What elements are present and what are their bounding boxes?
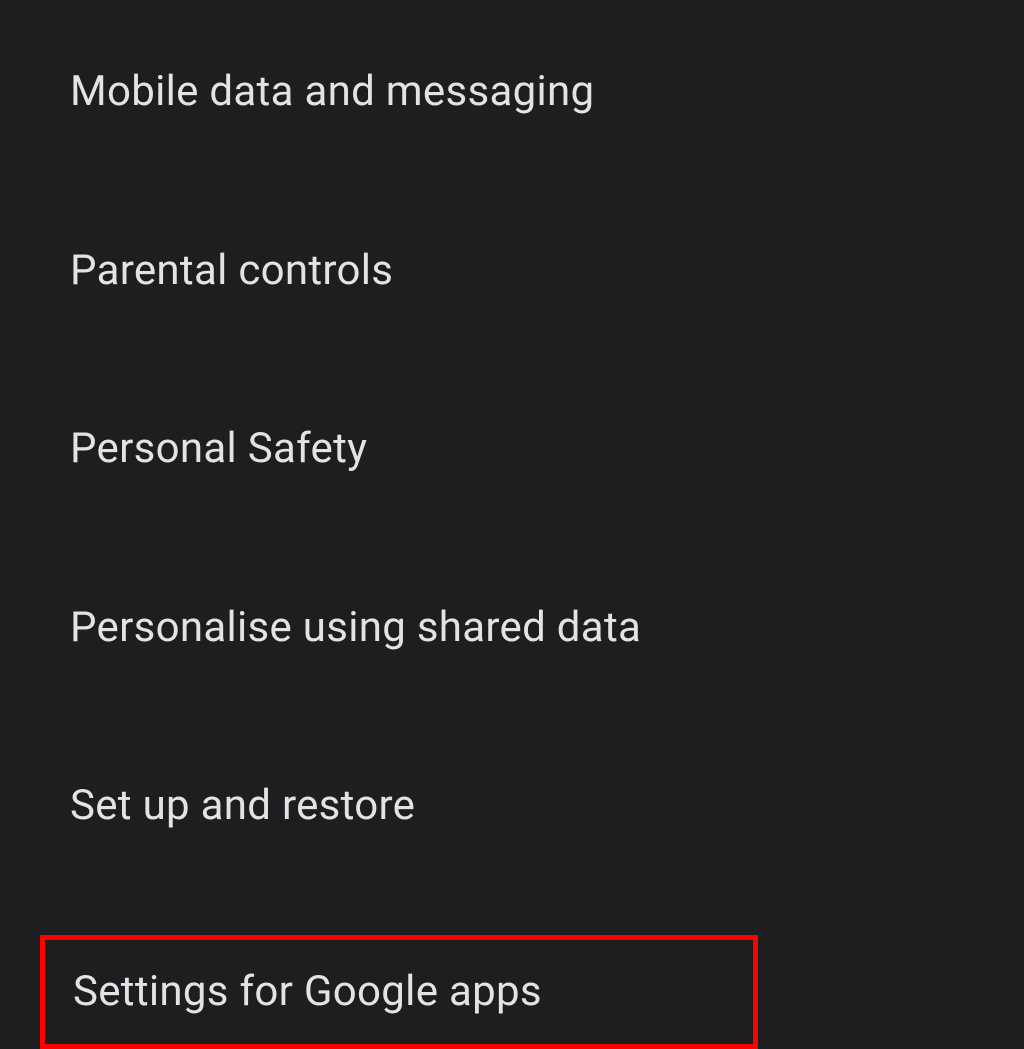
settings-item-personal-safety[interactable]: Personal Safety: [70, 405, 994, 494]
settings-item-google-apps[interactable]: Settings for Google apps: [51, 952, 735, 1033]
settings-item-parental-controls[interactable]: Parental controls: [70, 227, 994, 316]
highlight-annotation: Settings for Google apps: [40, 935, 758, 1049]
settings-item-mobile-data[interactable]: Mobile data and messaging: [70, 48, 994, 137]
settings-item-personalise-shared-data[interactable]: Personalise using shared data: [70, 584, 994, 673]
settings-list: Mobile data and messaging Parental contr…: [0, 0, 1024, 1049]
settings-item-set-up-restore[interactable]: Set up and restore: [70, 762, 994, 851]
